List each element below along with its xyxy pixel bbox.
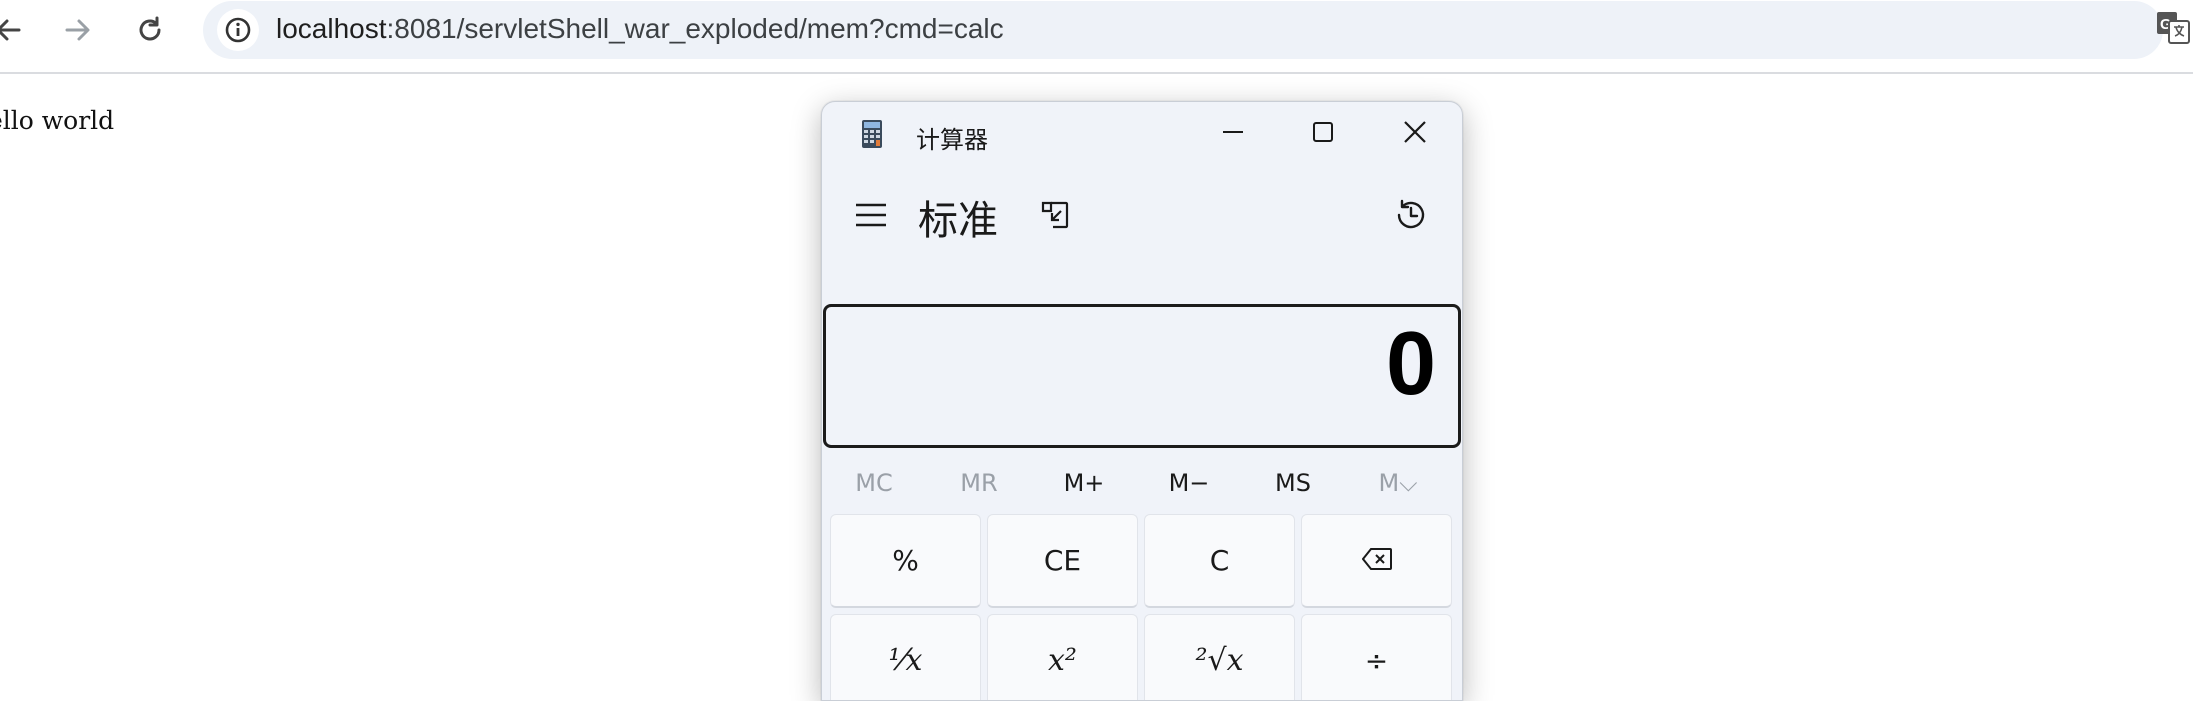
window-title: 计算器 bbox=[916, 126, 988, 154]
maximize-icon bbox=[1311, 120, 1335, 149]
close-button[interactable] bbox=[1370, 102, 1460, 166]
close-icon bbox=[1402, 119, 1428, 150]
reload-button[interactable] bbox=[128, 8, 172, 52]
percent-key[interactable]: % bbox=[830, 514, 981, 608]
calculator-window: 计算器 标准 0 MC MR M+ M− MS M⌵ % CE C ⅟x x² … bbox=[821, 101, 1463, 701]
title-bar[interactable]: 计算器 bbox=[822, 102, 1462, 166]
minimize-button[interactable] bbox=[1188, 102, 1278, 166]
display-value: 0 bbox=[1385, 314, 1436, 414]
arrow-right-icon bbox=[63, 15, 93, 45]
memory-recall-button[interactable]: MR bbox=[927, 458, 1031, 508]
back-button[interactable] bbox=[0, 8, 30, 52]
info-icon[interactable] bbox=[217, 9, 259, 51]
hamburger-icon bbox=[855, 202, 887, 233]
square-root-key[interactable]: ²√x bbox=[1144, 614, 1295, 700]
calculator-app-icon bbox=[862, 120, 882, 148]
address-bar[interactable]: localhost:8081/servletShell_war_exploded… bbox=[203, 1, 2163, 59]
clear-entry-key[interactable]: CE bbox=[987, 514, 1138, 608]
divide-key[interactable]: ÷ bbox=[1301, 614, 1452, 700]
browser-toolbar: localhost:8081/servletShell_war_exploded… bbox=[0, 0, 2193, 74]
translate-icon[interactable]: G bbox=[2156, 11, 2190, 45]
memory-row: MC MR M+ M− MS M⌵ bbox=[822, 458, 1462, 508]
keep-on-top-button[interactable] bbox=[1034, 196, 1076, 238]
keep-on-top-icon bbox=[1039, 199, 1071, 236]
backspace-key[interactable] bbox=[1301, 514, 1452, 608]
url-path: :8081/servletShell_war_exploded/mem?cmd=… bbox=[386, 13, 1004, 44]
navigation-menu-button[interactable] bbox=[850, 196, 892, 238]
backspace-icon bbox=[1361, 544, 1392, 577]
memory-add-button[interactable]: M+ bbox=[1032, 458, 1136, 508]
memory-subtract-button[interactable]: M− bbox=[1137, 458, 1241, 508]
page-body-text: ello world bbox=[0, 106, 115, 135]
mode-header: 标准 bbox=[822, 182, 1462, 252]
memory-store-button[interactable]: MS bbox=[1241, 458, 1345, 508]
minimize-icon bbox=[1221, 120, 1245, 149]
clear-key[interactable]: C bbox=[1144, 514, 1295, 608]
maximize-button[interactable] bbox=[1278, 102, 1368, 166]
history-icon bbox=[1393, 197, 1429, 238]
forward-button[interactable] bbox=[56, 8, 100, 52]
result-display: 0 bbox=[823, 304, 1461, 448]
memory-list-button[interactable]: M⌵ bbox=[1346, 458, 1450, 508]
arrow-left-icon bbox=[0, 15, 23, 45]
reload-icon bbox=[135, 15, 165, 45]
mode-title: 标准 bbox=[918, 198, 998, 244]
square-key[interactable]: x² bbox=[987, 614, 1138, 700]
reciprocal-key[interactable]: ⅟x bbox=[830, 614, 981, 700]
memory-clear-button[interactable]: MC bbox=[822, 458, 926, 508]
url-text[interactable]: localhost:8081/servletShell_war_exploded… bbox=[276, 1, 1004, 59]
history-button[interactable] bbox=[1390, 196, 1432, 238]
url-host: localhost bbox=[276, 13, 387, 44]
